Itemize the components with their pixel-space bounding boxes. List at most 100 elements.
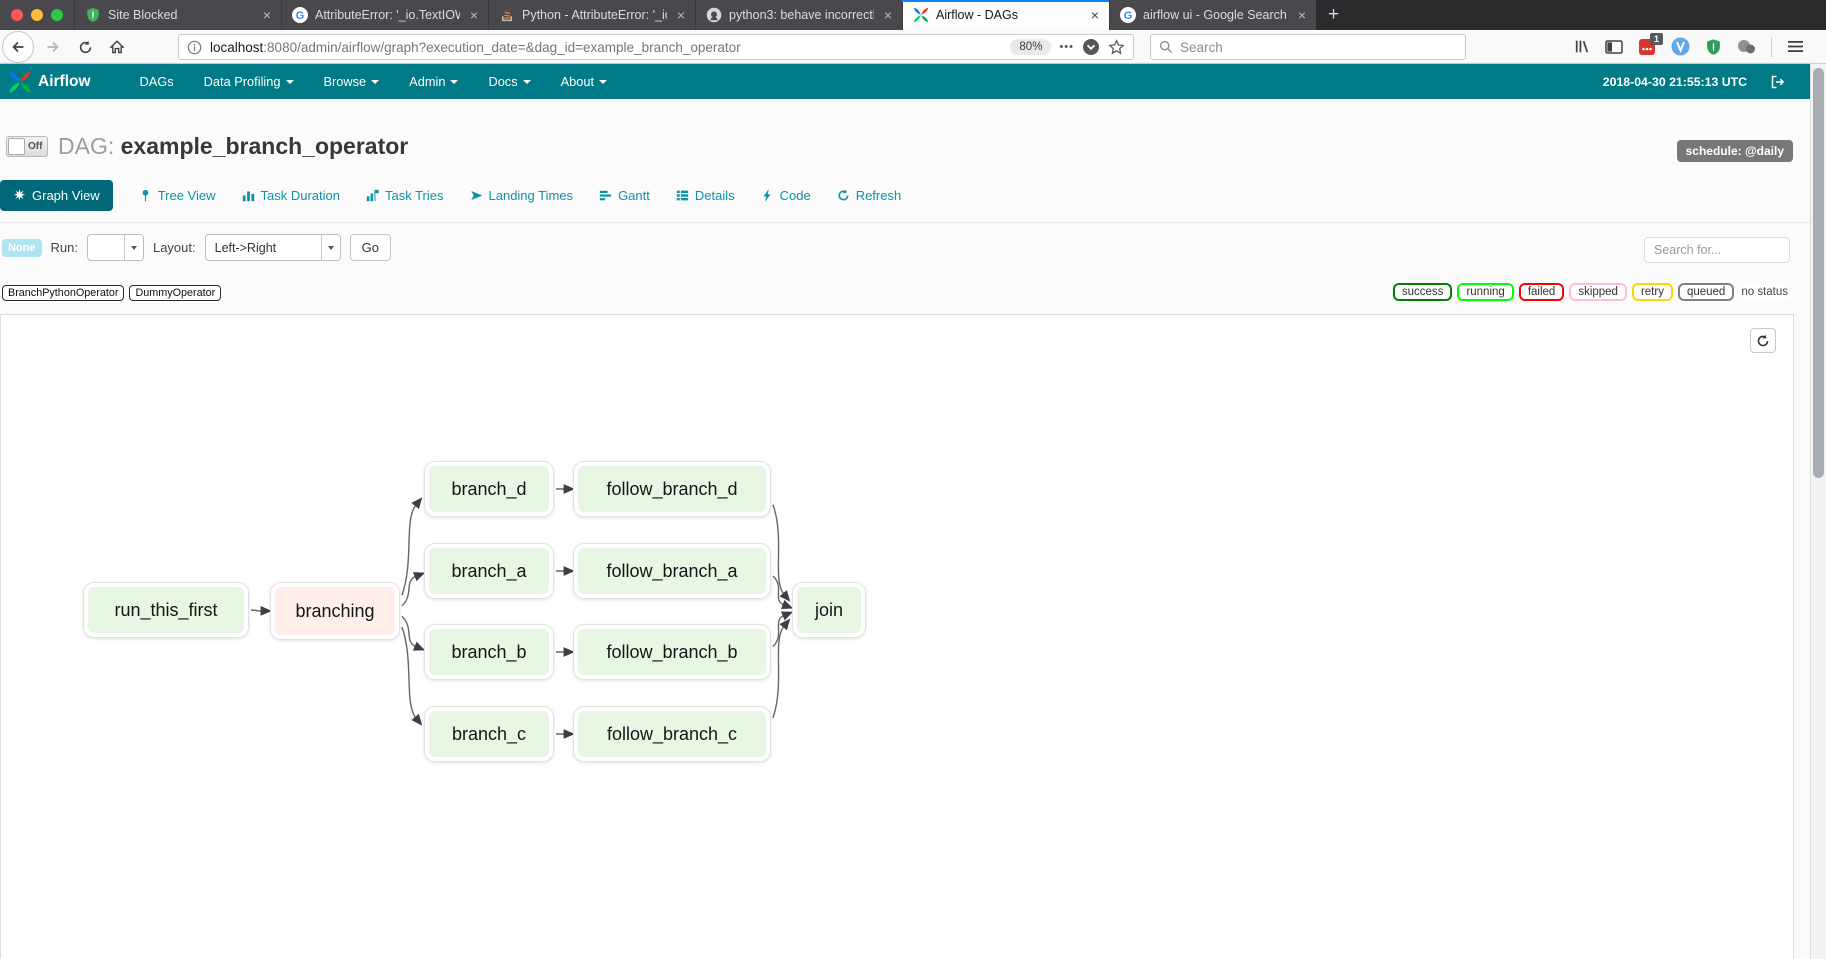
search-input[interactable]	[1180, 40, 1457, 55]
view-tab-tree-view[interactable]: Tree View	[139, 188, 216, 203]
forward-button[interactable]	[38, 32, 68, 62]
task-node-branch_d[interactable]: branch_d	[425, 462, 553, 516]
navbar-item-dags[interactable]: DAGs	[125, 64, 189, 99]
chevron-down-icon	[321, 235, 340, 260]
view-tab-graph-view[interactable]: Graph View	[0, 180, 113, 211]
logout-icon[interactable]	[1769, 74, 1786, 90]
url-text[interactable]: localhost:8080/admin/airflow/graph?execu…	[210, 40, 1002, 55]
navbar-item-browse[interactable]: Browse	[309, 64, 395, 99]
close-window-icon[interactable]	[11, 9, 23, 21]
tab-close-icon[interactable]: ×	[467, 7, 481, 23]
bookmark-star-icon[interactable]	[1108, 39, 1125, 56]
edge-branching-to-branch_a	[402, 576, 416, 606]
browser-tab[interactable]: Gairflow ui - Google Search×	[1109, 0, 1316, 30]
navbar-item-label: Admin	[409, 74, 445, 89]
url-bar[interactable]: localhost:8080/admin/airflow/graph?execu…	[178, 34, 1134, 60]
site-info-icon[interactable]	[187, 40, 202, 55]
library-icon[interactable]	[1573, 38, 1590, 55]
view-tab-details[interactable]: Details	[676, 188, 735, 203]
schedule-badge: schedule: @daily	[1677, 140, 1793, 162]
task-node-join[interactable]: join	[793, 583, 865, 637]
minimize-window-icon[interactable]	[31, 9, 43, 21]
validator-extension-icon[interactable]	[1671, 37, 1690, 56]
navbar-item-admin[interactable]: Admin	[394, 64, 473, 99]
run-controls: None Run: Layout: Left->Right Go	[2, 234, 391, 261]
navbar-item-data-profiling[interactable]: Data Profiling	[189, 64, 309, 99]
tab-close-icon[interactable]: ×	[881, 7, 895, 23]
view-tab-refresh[interactable]: Refresh	[837, 188, 902, 203]
tabs-container: Site Blocked×GAttributeError: '_io.TextI…	[74, 0, 1316, 30]
navbar-item-docs[interactable]: Docs	[473, 64, 545, 99]
caret-down-icon	[286, 80, 294, 84]
maximize-window-icon[interactable]	[51, 9, 63, 21]
tab-bar-empty-space: +	[1316, 0, 1826, 30]
layout-select[interactable]: Left->Right	[205, 234, 341, 261]
airflow-logo-icon	[8, 70, 32, 94]
cookies-extension-icon[interactable]	[1737, 38, 1756, 55]
shield-extension-icon[interactable]	[1705, 38, 1722, 56]
zoom-level-badge[interactable]: 80%	[1010, 39, 1051, 55]
dag-graph-canvas[interactable]: run_this_first branching branch_d branch_ab…	[0, 314, 1794, 959]
back-button[interactable]	[2, 31, 34, 63]
menu-hamburger-icon[interactable]	[1787, 39, 1804, 54]
view-tab-landing-times[interactable]: Landing Times	[470, 188, 574, 203]
view-tabs: Graph View Tree View Task Duration Task Tri…	[0, 180, 901, 211]
airflow-brand[interactable]: Airflow	[8, 70, 91, 94]
tries-chart-icon	[366, 189, 379, 202]
search-bar[interactable]	[1150, 34, 1466, 60]
task-search-input[interactable]	[1644, 237, 1790, 263]
tab-close-icon[interactable]: ×	[674, 7, 688, 23]
graph-refresh-button[interactable]	[1750, 328, 1776, 353]
task-node-run_this_first[interactable]: run_this_first	[84, 583, 248, 637]
task-node-follow_branch_d[interactable]: follow_branch_d	[574, 462, 770, 516]
tab-close-icon[interactable]: ×	[260, 7, 274, 23]
pocket-icon[interactable]	[1082, 38, 1100, 56]
dag-pause-toggle[interactable]: Off	[6, 136, 48, 157]
run-select[interactable]	[87, 234, 144, 261]
home-button[interactable]	[102, 32, 132, 62]
view-tab-label: Code	[780, 188, 811, 203]
refresh-icon	[837, 189, 850, 202]
caret-down-icon	[523, 80, 531, 84]
task-node-follow_branch_a[interactable]: follow_branch_a	[574, 544, 770, 598]
browser-tab[interactable]: Site Blocked ×	[74, 0, 281, 30]
task-node-branching[interactable]: branching	[271, 583, 399, 639]
browser-tab[interactable]: GAttributeError: '_io.TextIOWrapp×	[281, 0, 488, 30]
refresh-icon	[1756, 334, 1770, 348]
view-tab-task-duration[interactable]: Task Duration	[242, 188, 340, 203]
browser-tab-active[interactable]: Airflow - DAGs×	[902, 0, 1109, 30]
view-tab-label: Landing Times	[489, 188, 574, 203]
tab-close-icon[interactable]: ×	[1088, 7, 1102, 23]
task-node-branch_b[interactable]: branch_b	[425, 625, 553, 679]
scrollbar-thumb[interactable]	[1813, 68, 1824, 478]
task-node-branch_a[interactable]: branch_a	[425, 544, 553, 598]
task-node-follow_branch_c[interactable]: follow_branch_c	[574, 707, 770, 761]
sidebar-toggle-icon[interactable]	[1605, 39, 1623, 55]
view-tab-task-tries[interactable]: Task Tries	[366, 188, 444, 203]
browser-tab[interactable]: Python - AttributeError: '_io.Te×	[488, 0, 695, 30]
tab-title: airflow ui - Google Search	[1143, 8, 1288, 22]
navbar-item-about[interactable]: About	[546, 64, 622, 99]
tab-close-icon[interactable]: ×	[1295, 7, 1309, 23]
view-tab-code[interactable]: Code	[761, 188, 811, 203]
tab-title: Site Blocked	[108, 8, 253, 22]
task-node-follow_branch_b[interactable]: follow_branch_b	[574, 625, 770, 679]
page-scrollbar[interactable]	[1810, 64, 1826, 959]
dag-name: example_branch_operator	[121, 133, 409, 159]
page-actions-icon[interactable]: •••	[1059, 41, 1074, 53]
reload-icon	[78, 40, 93, 55]
stackoverflow-icon	[499, 7, 515, 23]
adblock-extension-icon[interactable]: 1	[1638, 38, 1656, 56]
state-badge-skipped: skipped	[1569, 283, 1627, 301]
go-button[interactable]: Go	[350, 234, 391, 261]
new-tab-button[interactable]: +	[1316, 4, 1351, 26]
view-tab-gantt[interactable]: Gantt	[599, 188, 650, 203]
browser-tab[interactable]: python3: behave incorrectly mo×	[695, 0, 902, 30]
toolbar-separator	[1771, 37, 1772, 57]
caret-down-icon	[371, 80, 379, 84]
caret-down-icon	[450, 80, 458, 84]
dag-header: Off DAG: example_branch_operator	[6, 133, 408, 160]
task-node-branch_c[interactable]: branch_c	[425, 707, 553, 761]
window-controls	[0, 0, 74, 30]
reload-button[interactable]	[70, 32, 100, 62]
